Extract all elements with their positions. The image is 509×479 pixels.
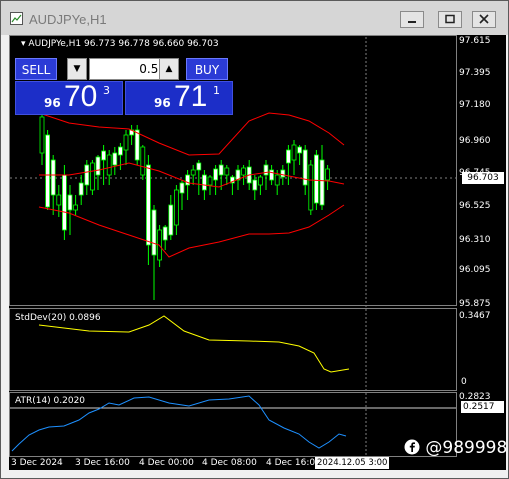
bollinger-lower (38, 204, 345, 258)
price-tick: 97.395 (459, 68, 491, 78)
candle-body (252, 179, 258, 191)
stddev-tick: 0 (461, 377, 467, 387)
window-title: AUDJPYe,H1 (29, 12, 107, 27)
candle-body (269, 169, 275, 181)
candle-body (45, 134, 50, 208)
bid-prefix: 96 (44, 96, 61, 110)
price-tick: 97.180 (459, 100, 491, 110)
lot-decrease-button[interactable]: ▼ (67, 58, 87, 80)
candle-body (257, 176, 263, 186)
candle-body (84, 164, 90, 186)
chart-window: AUDJPYe,H1 ▾ AUDJPYe,H1 96.773 96.778 96… (0, 0, 509, 479)
candle-body (90, 162, 95, 191)
time-label: 3 Dec 16:00 (75, 458, 130, 468)
candle-body (112, 152, 118, 166)
lot-increase-button[interactable]: ▲ (159, 58, 179, 80)
candle-body (168, 204, 174, 236)
candle-body (207, 176, 213, 186)
candle-body (118, 146, 123, 156)
candle-body (78, 182, 84, 196)
minimize-icon (408, 21, 416, 23)
candle-body (39, 116, 45, 154)
atr-label: ATR(14) 0.2020 (15, 396, 86, 406)
close-button[interactable] (472, 11, 496, 28)
price-tick: 96.525 (459, 201, 491, 211)
candle-body (67, 194, 73, 211)
price-tick: 95.875 (459, 299, 491, 309)
ask-big-digits: 71 (174, 80, 208, 113)
candle-body (297, 146, 303, 154)
header-arrow-icon: ▾ (21, 39, 26, 49)
symbol-header-text: AUDJPYe,H1 96.773 96.778 96.660 96.703 (28, 39, 219, 49)
candle-body (285, 149, 291, 164)
candle-body (280, 169, 286, 178)
stddev-tick: 0.3467 (459, 311, 491, 321)
price-tick: 97.615 (459, 36, 491, 46)
price-chart[interactable]: ▾ AUDJPYe,H1 96.773 96.778 96.660 96.703… (9, 35, 506, 470)
bid-big-digits: 70 (64, 80, 98, 113)
chevron-down-icon: ▼ (73, 64, 81, 74)
candles (39, 113, 331, 300)
ask-pip-digit: 1 (213, 84, 220, 97)
time-label: 4 Dec 16:00 (266, 458, 321, 468)
stddev-line (38, 315, 350, 373)
candle-body (62, 174, 67, 231)
candle-body (123, 134, 129, 151)
close-icon (479, 14, 489, 24)
price-tick: 96.960 (459, 136, 491, 146)
watermark: @989998 (404, 438, 507, 458)
candle-body (50, 159, 56, 196)
time-label: 3 Dec 2024 (11, 458, 63, 468)
buy-button[interactable]: BUY (186, 58, 228, 80)
chart-window-icon (10, 12, 23, 25)
candle-body (190, 169, 196, 176)
restore-button[interactable] (438, 11, 462, 28)
candle-body (313, 154, 319, 204)
candle-body (179, 182, 185, 194)
crosshair-time-tag: 2024.12.05 3:00 (315, 457, 390, 469)
atr-current-tag: 0.2517 (461, 401, 504, 413)
restore-icon (445, 14, 455, 24)
candle-body (151, 209, 157, 256)
candle-body (140, 146, 146, 176)
candle-body (213, 168, 219, 181)
minimize-button[interactable] (400, 11, 424, 28)
candle-body (224, 167, 230, 176)
candle-body (325, 168, 331, 181)
title-bar[interactable]: AUDJPYe,H1 (1, 1, 508, 35)
facebook-icon (404, 439, 420, 455)
ask-prefix: 96 (154, 96, 171, 110)
candle-body (308, 164, 314, 211)
candle-body (173, 189, 179, 226)
watermark-text: @989998 (425, 438, 508, 458)
ask-quote[interactable]: 96 71 1 (125, 80, 233, 115)
candle-body (274, 174, 280, 186)
time-label: 4 Dec 00:00 (139, 458, 194, 468)
price-tick: 96.310 (459, 235, 491, 245)
current-price-tag: 96.703 (462, 172, 504, 184)
chevron-up-icon: ▲ (165, 64, 173, 74)
candle-body (134, 129, 140, 161)
candle-body (196, 162, 202, 171)
candle-body (218, 164, 224, 176)
candle-body (263, 164, 269, 176)
candle-body (145, 164, 151, 246)
candle-body (95, 156, 101, 176)
candle-body (291, 144, 297, 161)
stddev-label: StdDev(20) 0.0896 (15, 313, 101, 323)
candle-body (319, 159, 325, 206)
candle-body (201, 174, 207, 191)
candle-body (101, 150, 106, 161)
bid-pip-digit: 3 (103, 84, 110, 97)
candle-body (241, 167, 247, 176)
price-tick: 96.095 (459, 265, 491, 275)
bid-quote[interactable]: 96 70 3 (15, 80, 123, 115)
candle-body (56, 194, 62, 206)
candle-body (73, 204, 78, 211)
time-label: 4 Dec 08:00 (202, 458, 257, 468)
symbol-header: ▾ AUDJPYe,H1 96.773 96.778 96.660 96.703 (21, 39, 219, 49)
candle-body (106, 154, 112, 176)
sell-button[interactable]: SELL (15, 58, 57, 80)
candle-body (162, 226, 168, 241)
